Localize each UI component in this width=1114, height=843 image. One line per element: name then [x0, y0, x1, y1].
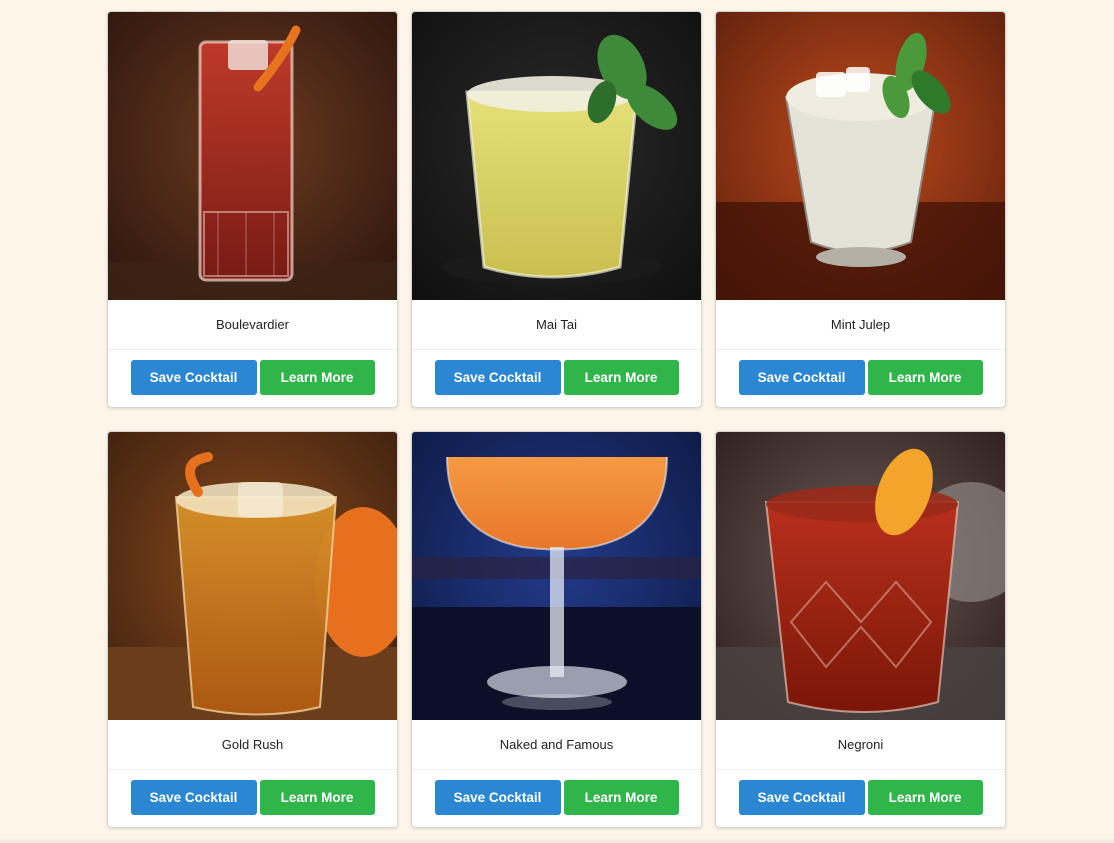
learn-more-button[interactable]: Learn More — [563, 780, 679, 815]
cocktail-image[interactable] — [716, 432, 1005, 720]
learn-more-button[interactable]: Learn More — [867, 780, 983, 815]
cocktail-image[interactable] — [412, 432, 701, 720]
cocktail-image[interactable] — [108, 12, 397, 300]
save-cocktail-button[interactable]: Save Cocktail — [738, 780, 865, 815]
cocktail-name: Mint Julep — [716, 300, 1005, 350]
card-actions: Save Cocktail Learn More — [412, 350, 701, 407]
save-cocktail-button[interactable]: Save Cocktail — [434, 780, 561, 815]
card-actions: Save Cocktail Learn More — [716, 350, 1005, 407]
cocktail-image[interactable] — [412, 12, 701, 300]
cocktail-card: Naked and Famous Save Cocktail Learn Mor… — [411, 431, 702, 828]
cocktail-card: Mint Julep Save Cocktail Learn More — [715, 11, 1006, 408]
cocktail-card: Gold Rush Save Cocktail Learn More — [107, 431, 398, 828]
cocktail-name: Negroni — [716, 720, 1005, 770]
save-cocktail-button[interactable]: Save Cocktail — [130, 780, 257, 815]
cocktail-name: Gold Rush — [108, 720, 397, 770]
cocktail-card: Boulevardier Save Cocktail Learn More — [107, 11, 398, 408]
cocktail-image[interactable] — [716, 12, 1005, 300]
card-actions: Save Cocktail Learn More — [412, 770, 701, 827]
learn-more-button[interactable]: Learn More — [259, 780, 375, 815]
cocktail-card: Mai Tai Save Cocktail Learn More — [411, 11, 702, 408]
save-cocktail-button[interactable]: Save Cocktail — [434, 360, 561, 395]
learn-more-button[interactable]: Learn More — [563, 360, 679, 395]
save-cocktail-button[interactable]: Save Cocktail — [738, 360, 865, 395]
cocktail-name: Boulevardier — [108, 300, 397, 350]
cocktail-name: Mai Tai — [412, 300, 701, 350]
cocktail-name: Naked and Famous — [412, 720, 701, 770]
page-bottom-shadow — [0, 837, 1114, 843]
cocktail-card: Negroni Save Cocktail Learn More — [715, 431, 1006, 828]
save-cocktail-button[interactable]: Save Cocktail — [130, 360, 257, 395]
cocktail-image[interactable] — [108, 432, 397, 720]
learn-more-button[interactable]: Learn More — [867, 360, 983, 395]
cocktail-grid: Boulevardier Save Cocktail Learn More Ma… — [107, 11, 1006, 828]
learn-more-button[interactable]: Learn More — [259, 360, 375, 395]
card-actions: Save Cocktail Learn More — [108, 770, 397, 827]
card-actions: Save Cocktail Learn More — [716, 770, 1005, 827]
card-actions: Save Cocktail Learn More — [108, 350, 397, 407]
